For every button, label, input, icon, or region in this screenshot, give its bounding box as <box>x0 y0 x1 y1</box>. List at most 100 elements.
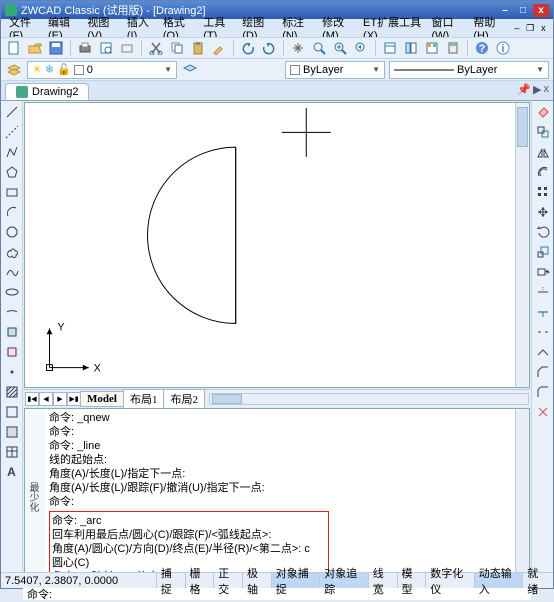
menubar: 文件(F) 编辑(E) 视图(V) 插入(I) 格式(O) 工具(T) 绘图(D… <box>1 19 553 37</box>
mdi-close-button[interactable]: x <box>538 22 549 35</box>
command-history[interactable]: 命令: _qnew 命令: 命令: _line 线的起始点: 角度(A)/长度(… <box>45 409 515 582</box>
properties-icon[interactable] <box>381 39 399 57</box>
horizontal-scrollbar[interactable] <box>209 393 529 405</box>
mdi-restore-button[interactable]: ❐ <box>525 22 536 35</box>
gradient-icon[interactable] <box>3 403 21 421</box>
insert-block-icon[interactable] <box>3 323 21 341</box>
status-tablet[interactable]: 数字化仪 <box>425 573 474 588</box>
rotate-icon[interactable] <box>534 223 552 241</box>
cmd-scrollbar[interactable] <box>515 409 529 582</box>
table-icon[interactable] <box>3 443 21 461</box>
status-lwt[interactable]: 线宽 <box>368 573 397 588</box>
rectangle-icon[interactable] <box>3 183 21 201</box>
status-grid[interactable]: 栅格 <box>185 573 214 588</box>
copy-icon[interactable] <box>168 39 186 57</box>
color-dropdown[interactable]: ByLayer ▼ <box>285 61 385 79</box>
model-tab[interactable]: Model <box>80 391 124 407</box>
erase-icon[interactable] <box>534 103 552 121</box>
stretch-icon[interactable] <box>534 263 552 281</box>
tab-first-icon[interactable]: ▮◀ <box>25 392 39 406</box>
fillet-icon[interactable] <box>534 383 552 401</box>
tab-next-icon[interactable]: ▶ <box>53 392 67 406</box>
mtext-icon[interactable]: A <box>3 463 21 481</box>
status-snap[interactable]: 捕捉 <box>156 573 185 588</box>
extend-icon[interactable] <box>534 303 552 321</box>
matchprop-icon[interactable] <box>210 39 228 57</box>
calc-icon[interactable] <box>444 39 462 57</box>
chamfer-icon[interactable] <box>534 363 552 381</box>
offset-icon[interactable] <box>534 163 552 181</box>
construction-line-icon[interactable] <box>3 123 21 141</box>
info-icon[interactable]: i <box>494 39 512 57</box>
trim-icon[interactable] <box>534 283 552 301</box>
make-block-icon[interactable] <box>3 343 21 361</box>
cut-icon[interactable] <box>147 39 165 57</box>
layout1-tab[interactable]: 布局1 <box>123 389 165 409</box>
new-icon[interactable] <box>5 39 23 57</box>
paste-icon[interactable] <box>189 39 207 57</box>
scale-icon[interactable] <box>534 243 552 261</box>
tab-close-icon[interactable]: x <box>544 83 550 96</box>
layer-dropdown[interactable]: ☀ ❄ 🔓 0 ▼ <box>27 61 177 79</box>
coordinate-display[interactable]: 7.5407, 2.3807, 0.0000 <box>3 575 156 587</box>
circle-icon[interactable] <box>3 223 21 241</box>
drawing-canvas[interactable]: Y X <box>25 103 515 387</box>
join-icon[interactable] <box>534 343 552 361</box>
status-dyn[interactable]: 动态输入 <box>474 573 523 588</box>
layer-freeze-icon: ❄ <box>45 63 54 76</box>
tab-pin-icon[interactable]: 📌 <box>517 83 531 96</box>
status-osnap[interactable]: 对象捕捉 <box>271 573 320 588</box>
status-otrack[interactable]: 对象追踪 <box>319 573 368 588</box>
ellipse-arc-icon[interactable] <box>3 303 21 321</box>
svg-text:Y: Y <box>57 321 64 333</box>
status-polar[interactable]: 极轴 <box>242 573 271 588</box>
layout2-tab[interactable]: 布局2 <box>163 389 205 409</box>
publish-icon[interactable] <box>118 39 136 57</box>
maximize-button[interactable]: □ <box>515 4 531 17</box>
vertical-scrollbar[interactable] <box>515 103 529 387</box>
move-icon[interactable] <box>534 203 552 221</box>
hatch-icon[interactable] <box>3 383 21 401</box>
undo-icon[interactable] <box>239 39 257 57</box>
spline-icon[interactable] <box>3 263 21 281</box>
zoom-window-icon[interactable] <box>331 39 349 57</box>
polyline-icon[interactable] <box>3 143 21 161</box>
mirror-icon[interactable] <box>534 143 552 161</box>
line-icon[interactable] <box>3 103 21 121</box>
pan-icon[interactable] <box>289 39 307 57</box>
layout-tabs: ▮◀ ◀ ▶ ▶▮ Model 布局1 布局2 <box>23 389 531 407</box>
close-button[interactable]: x <box>533 4 549 17</box>
array-icon[interactable] <box>534 183 552 201</box>
layer-manager-icon[interactable] <box>5 61 23 79</box>
explode-icon[interactable] <box>534 403 552 421</box>
help-icon[interactable]: ? <box>473 39 491 57</box>
save-icon[interactable] <box>47 39 65 57</box>
break-icon[interactable] <box>534 323 552 341</box>
polygon-icon[interactable] <box>3 163 21 181</box>
zoom-realtime-icon[interactable] <box>310 39 328 57</box>
print-preview-icon[interactable] <box>97 39 115 57</box>
status-model[interactable]: 模型 <box>397 573 426 588</box>
arc-icon[interactable] <box>3 203 21 221</box>
ellipse-icon[interactable] <box>3 283 21 301</box>
revcloud-icon[interactable] <box>3 243 21 261</box>
tab-last-icon[interactable]: ▶▮ <box>67 392 81 406</box>
tool-palettes-icon[interactable] <box>423 39 441 57</box>
tab-prev-icon[interactable]: ◀ <box>39 392 53 406</box>
copy-obj-icon[interactable] <box>534 123 552 141</box>
zoom-previous-icon[interactable] <box>352 39 370 57</box>
mdi-minimize-button[interactable]: – <box>511 22 522 35</box>
status-ortho[interactable]: 正交 <box>213 573 242 588</box>
color-swatch <box>290 65 300 75</box>
design-center-icon[interactable] <box>402 39 420 57</box>
region-icon[interactable] <box>3 423 21 441</box>
doc-tab-drawing2[interactable]: Drawing2 <box>5 83 89 100</box>
layer-previous-icon[interactable] <box>181 61 199 79</box>
point-icon[interactable] <box>3 363 21 381</box>
open-icon[interactable] <box>26 39 44 57</box>
print-icon[interactable] <box>76 39 94 57</box>
redo-icon[interactable] <box>260 39 278 57</box>
linetype-dropdown[interactable]: ByLayer ▼ <box>389 61 549 79</box>
doc-tab-label: Drawing2 <box>32 86 78 98</box>
tab-nav-right-icon[interactable]: ▶ <box>533 83 541 96</box>
